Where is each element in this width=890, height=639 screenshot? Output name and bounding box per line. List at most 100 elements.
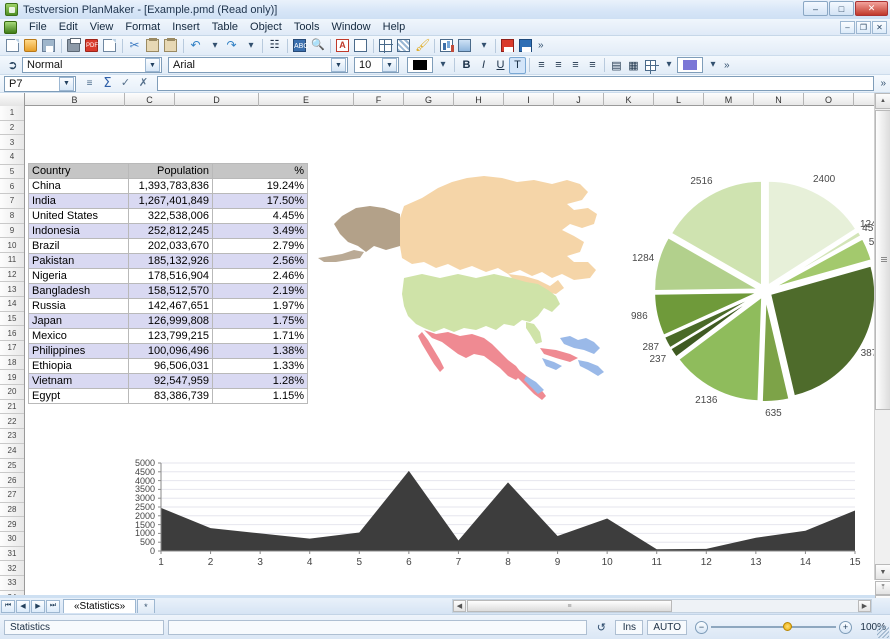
- insert-table-button[interactable]: [377, 37, 394, 54]
- column-header-B[interactable]: B: [25, 93, 125, 106]
- table-row[interactable]: Vietnam 92,547,959 1.28%: [28, 373, 308, 389]
- row-header-8[interactable]: 8: [0, 209, 24, 224]
- shading-color-dropdown[interactable]: ▾: [703, 57, 720, 74]
- column-header-J[interactable]: J: [554, 93, 604, 106]
- horizontal-scrollbar[interactable]: ◀ ≡ ▶: [452, 599, 872, 613]
- table-cell[interactable]: 2.19%: [212, 283, 308, 299]
- row-header-27[interactable]: 27: [0, 488, 24, 503]
- chevron-down-icon[interactable]: ▼: [331, 58, 346, 72]
- table-row[interactable]: Indonesia 252,812,245 3.49%: [28, 223, 308, 239]
- vertical-scrollbar[interactable]: ▲ ▼ ⤒ ● ⤓: [874, 93, 890, 623]
- chevron-down-icon[interactable]: ▼: [59, 76, 74, 91]
- row-header-5[interactable]: 5: [0, 165, 24, 180]
- menu-item-object[interactable]: Object: [244, 20, 288, 34]
- undo-button[interactable]: ↶: [187, 37, 204, 54]
- minimize-button[interactable]: –: [803, 1, 828, 16]
- add-sheet-button[interactable]: *: [137, 599, 155, 613]
- text-frame-button[interactable]: A: [334, 37, 351, 54]
- row-header-33[interactable]: 33: [0, 576, 24, 591]
- table-row[interactable]: Brazil 202,033,670 2.79%: [28, 238, 308, 254]
- table-cell[interactable]: 2.79%: [212, 238, 308, 254]
- row-header-23[interactable]: 23: [0, 429, 24, 444]
- print-button[interactable]: [65, 37, 82, 54]
- table-cell[interactable]: 2.56%: [212, 253, 308, 269]
- vertical-scroll-thumb[interactable]: [875, 110, 890, 410]
- row-header-26[interactable]: 26: [0, 473, 24, 488]
- menu-item-view[interactable]: View: [84, 20, 120, 34]
- column-header-L[interactable]: L: [654, 93, 704, 106]
- row-header-2[interactable]: 2: [0, 121, 24, 136]
- column-header-D[interactable]: D: [175, 93, 259, 106]
- menu-item-help[interactable]: Help: [377, 20, 412, 34]
- row-header-6[interactable]: 6: [0, 179, 24, 195]
- table-cell[interactable]: 142,467,651: [128, 298, 213, 314]
- row-header-11[interactable]: 11: [0, 253, 24, 268]
- table-cell[interactable]: 158,512,570: [128, 283, 213, 299]
- row-header-10[interactable]: 10: [0, 238, 24, 253]
- table-cell[interactable]: 252,812,245: [128, 223, 213, 239]
- name-box[interactable]: P7 ▼: [4, 75, 76, 92]
- insert-mode-indicator[interactable]: Ins: [615, 619, 644, 635]
- chevron-down-icon[interactable]: ▼: [382, 58, 397, 72]
- table-cell[interactable]: 322,538,006: [128, 208, 213, 224]
- statistics-area-chart[interactable]: 5000 4500 4000 3500 3000 2500 2000 1500 1000 500 0…: [103, 451, 863, 581]
- scroll-up-button[interactable]: ▲: [875, 93, 890, 109]
- align-center-button[interactable]: ≡: [550, 57, 567, 74]
- sync-icon[interactable]: ↺: [591, 619, 611, 635]
- frame-button[interactable]: [352, 37, 369, 54]
- row-header-32[interactable]: 32: [0, 561, 24, 576]
- print-preview-button[interactable]: [101, 37, 118, 54]
- redo-dropdown[interactable]: ▾: [241, 37, 258, 54]
- table-cell[interactable]: 83,386,739: [128, 388, 213, 404]
- horizontal-scroll-thumb[interactable]: ≡: [467, 600, 672, 612]
- row-header-28[interactable]: 28: [0, 503, 24, 518]
- table-cell[interactable]: 19.24%: [212, 178, 308, 194]
- row-header-20[interactable]: 20: [0, 385, 24, 400]
- spellcheck-button[interactable]: ABC: [291, 37, 308, 54]
- table-cell[interactable]: 1.38%: [212, 343, 308, 359]
- table-cell[interactable]: 1.75%: [212, 313, 308, 329]
- next-sheet-button[interactable]: ▶: [31, 599, 45, 613]
- font-color-button[interactable]: [407, 57, 433, 73]
- close-button[interactable]: ✕: [855, 1, 888, 16]
- table-cell[interactable]: 185,132,926: [128, 253, 213, 269]
- font-name-combo[interactable]: Arial ▼: [168, 57, 348, 73]
- scroll-left-button[interactable]: ◀: [453, 600, 466, 612]
- table-cell[interactable]: Bangladesh: [28, 283, 129, 299]
- menu-item-insert[interactable]: Insert: [166, 20, 206, 34]
- row-header-13[interactable]: 13: [0, 282, 24, 297]
- row-header-29[interactable]: 29: [0, 517, 24, 532]
- row-header-3[interactable]: 3: [0, 135, 24, 151]
- maximize-button[interactable]: □: [829, 1, 854, 16]
- menu-item-window[interactable]: Window: [326, 20, 377, 34]
- table-row[interactable]: United States 322,538,006 4.45%: [28, 208, 308, 224]
- table-cell[interactable]: United States: [28, 208, 129, 224]
- copy-button[interactable]: [144, 37, 161, 54]
- cut-button[interactable]: ✂: [126, 37, 143, 54]
- find-button[interactable]: ☷: [266, 37, 283, 54]
- table-cell[interactable]: 1.71%: [212, 328, 308, 344]
- align-right-button[interactable]: ≡: [567, 57, 584, 74]
- row-header-9[interactable]: 9: [0, 224, 24, 239]
- redo-button[interactable]: ↷: [223, 37, 240, 54]
- hatch-fill-button[interactable]: [395, 37, 412, 54]
- chevron-down-icon[interactable]: ▼: [145, 58, 160, 72]
- menu-item-edit[interactable]: Edit: [53, 20, 84, 34]
- table-cell[interactable]: 202,033,670: [128, 238, 213, 254]
- scroll-right-button[interactable]: ▶: [858, 600, 871, 612]
- north-america-map[interactable]: [312, 158, 612, 408]
- last-sheet-button[interactable]: ⏭: [46, 599, 60, 613]
- mdi-minimize-button[interactable]: –: [840, 21, 855, 34]
- cancel-edit-button[interactable]: ✗: [135, 75, 152, 92]
- undo-dropdown[interactable]: ▾: [205, 37, 222, 54]
- calc-mode-indicator[interactable]: AUTO: [647, 619, 687, 635]
- table-cell[interactable]: 100,096,496: [128, 343, 213, 359]
- format-painter-button[interactable]: 🖌: [413, 37, 430, 54]
- row-header-7[interactable]: 7: [0, 194, 24, 209]
- grid-cells[interactable]: Country Population% China 1,393,783,836 19.2…: [25, 106, 890, 595]
- population-pie-chart[interactable]: 2400124455383875635213623728798612842516: [615, 151, 890, 431]
- table-row[interactable]: Mexico 123,799,215 1.71%: [28, 328, 308, 344]
- table-cell[interactable]: China: [28, 178, 129, 194]
- shading-color-button[interactable]: [677, 57, 703, 73]
- table-cell[interactable]: 126,999,808: [128, 313, 213, 329]
